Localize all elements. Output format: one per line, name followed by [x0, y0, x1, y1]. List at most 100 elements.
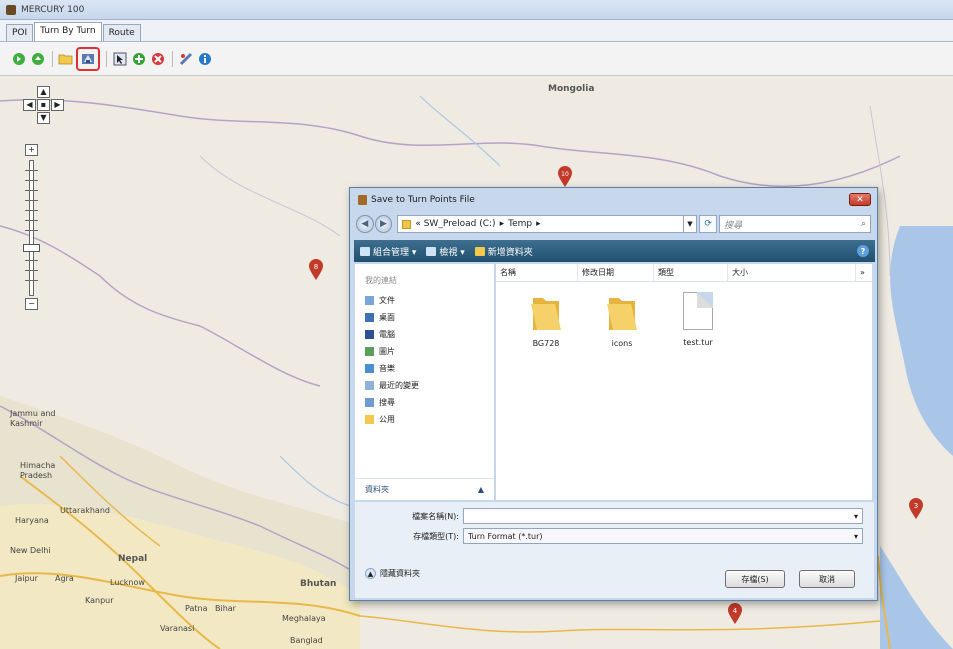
map-pin[interactable]: 4 [727, 603, 743, 625]
forward-nav-icon[interactable]: ▶ [374, 215, 393, 233]
map-label-varanasi: Varanasi [160, 624, 195, 633]
address-bar[interactable]: « SW_Preload (C:) ▸ Temp ▸ [397, 215, 684, 233]
nav-item-music[interactable]: 音樂 [365, 360, 494, 377]
select-icon[interactable] [111, 50, 128, 67]
info-icon[interactable] [196, 50, 213, 67]
search-placeholder: 搜尋 [723, 220, 742, 231]
file-item[interactable]: test.tur [660, 292, 736, 348]
map-pin[interactable]: 3 [908, 498, 924, 520]
pan-right-icon[interactable]: ▶ [51, 99, 64, 111]
svg-text:10: 10 [561, 171, 569, 178]
views-icon [426, 246, 437, 256]
app-icon [6, 4, 16, 15]
new-folder-button[interactable]: 新增資料夾 [474, 245, 533, 258]
navigation-pane: 我的連結 文件 桌面 電腦 圖片 音樂 最近的變更 搜尋 公用 資料夾 ▲ [355, 264, 495, 500]
pan-up-icon[interactable]: ▲ [37, 86, 50, 98]
toolbar-separator [106, 50, 107, 67]
organize-label: 組合管理 ▾ [373, 247, 417, 258]
refresh-icon[interactable]: ⟳ [699, 215, 717, 233]
hide-folders-toggle[interactable]: ▲ 隱藏資料夾 [365, 568, 420, 579]
map-pin[interactable]: 8 [308, 259, 324, 281]
computer-icon [365, 330, 374, 339]
add-icon[interactable] [130, 50, 147, 67]
organize-button[interactable]: 組合管理 ▾ [360, 245, 416, 258]
save-icon[interactable] [76, 46, 100, 71]
toolbar [0, 42, 953, 76]
recent-icon [365, 381, 374, 390]
filename-label: 檔案名稱(N): [412, 511, 459, 521]
map-label-lucknow: Lucknow [110, 578, 145, 587]
file-list: 名稱 修改日期 類型 大小 » BG728 icons test.tur [496, 264, 872, 500]
column-name[interactable]: 名稱 [496, 264, 578, 281]
close-icon[interactable]: ✕ [849, 193, 871, 206]
file-item[interactable]: BG728 [508, 292, 584, 348]
breadcrumb-drive[interactable]: « SW_Preload (C:) [415, 219, 495, 229]
tab-poi[interactable]: POI [6, 24, 34, 41]
savetype-label: 存檔類型(T): [413, 531, 459, 541]
address-row: ◀ ▶ « SW_Preload (C:) ▸ Temp ▸ ▼ ⟳ 搜尋 ⌕ [356, 214, 871, 234]
zoom-in-icon[interactable]: + [25, 144, 38, 156]
documents-icon [365, 296, 374, 305]
map-label-new-delhi: New Delhi [10, 546, 51, 555]
map-pin[interactable]: 10 [557, 166, 573, 188]
breadcrumb-temp[interactable]: Temp [508, 219, 532, 229]
document-icon [683, 292, 713, 330]
map-label-haryana: Haryana [15, 516, 49, 525]
dialog-bottom: 檔案名稱(N): ▾ 存檔類型(T): Turn Format (*.tur) … [355, 502, 874, 598]
save-button[interactable]: 存檔(S) [725, 570, 785, 588]
nav-item-computer[interactable]: 電腦 [365, 326, 494, 343]
desktop-icon [365, 313, 374, 322]
file-item[interactable]: icons [584, 292, 660, 348]
map-label-agra: Agra [55, 574, 74, 583]
app-title: MERCURY 100 [21, 4, 85, 15]
savetype-select[interactable]: Turn Format (*.tur) ▾ [463, 528, 863, 544]
nav-item-public[interactable]: 公用 [365, 411, 494, 428]
cancel-button[interactable]: 取消 [799, 570, 855, 588]
toolbar-separator [172, 50, 173, 67]
search-input[interactable]: 搜尋 ⌕ [718, 215, 871, 233]
toolbar-separator [52, 50, 53, 67]
chevron-down-icon: ▾ [853, 511, 858, 521]
forward-icon[interactable] [10, 50, 27, 67]
command-bar: 組合管理 ▾ 檢視 ▾ 新增資料夾 ? [354, 240, 875, 262]
column-date[interactable]: 修改日期 [578, 264, 654, 281]
pan-left-icon[interactable]: ◀ [23, 99, 36, 111]
refresh-icon[interactable] [29, 50, 46, 67]
column-size[interactable]: 大小 [728, 264, 856, 281]
folders-toggle[interactable]: 資料夾 ▲ [355, 478, 494, 500]
nav-item-pictures[interactable]: 圖片 [365, 343, 494, 360]
file-name: BG728 [532, 339, 560, 348]
map-label-bihar: Bihar [215, 604, 236, 613]
breadcrumb-sep-icon: ▸ [499, 219, 505, 229]
zoom-slider-thumb[interactable] [23, 244, 40, 252]
delete-icon[interactable] [149, 50, 166, 67]
address-dropdown-icon[interactable]: ▼ [683, 215, 698, 233]
map-label-jaipur: Jaipur [15, 574, 38, 583]
tab-route[interactable]: Route [102, 24, 141, 41]
pan-center-icon[interactable]: ▪ [37, 99, 50, 111]
new-folder-label: 新增資料夾 [487, 247, 533, 258]
zoom-out-icon[interactable]: − [25, 298, 38, 310]
nav-item-recent[interactable]: 最近的變更 [365, 377, 494, 394]
map-label-bhutan: Bhutan [300, 579, 337, 589]
views-button[interactable]: 檢視 ▾ [426, 245, 465, 258]
map-label-pradesh: Pradesh [20, 471, 53, 480]
open-folder-icon[interactable] [57, 50, 74, 67]
pan-down-icon[interactable]: ▼ [37, 112, 50, 124]
nav-item-desktop[interactable]: 桌面 [365, 309, 494, 326]
route-icon[interactable] [177, 50, 194, 67]
breadcrumb-sep-icon: ▸ [536, 219, 541, 229]
column-type[interactable]: 類型 [654, 264, 728, 281]
nav-item-documents[interactable]: 文件 [365, 292, 494, 309]
music-icon [365, 364, 374, 373]
nav-item-search[interactable]: 搜尋 [365, 394, 494, 411]
tab-turn-by-turn[interactable]: Turn By Turn [34, 22, 102, 41]
tab-bar: POI Turn By Turn Route [0, 20, 953, 42]
organize-icon [360, 246, 370, 256]
hide-folders-label: 隱藏資料夾 [380, 569, 420, 578]
more-columns-icon[interactable]: » [856, 264, 872, 281]
help-icon[interactable]: ? [857, 245, 869, 257]
filename-input[interactable]: ▾ [463, 508, 863, 524]
back-icon[interactable]: ◀ [356, 215, 374, 233]
svg-text:3: 3 [914, 502, 918, 510]
